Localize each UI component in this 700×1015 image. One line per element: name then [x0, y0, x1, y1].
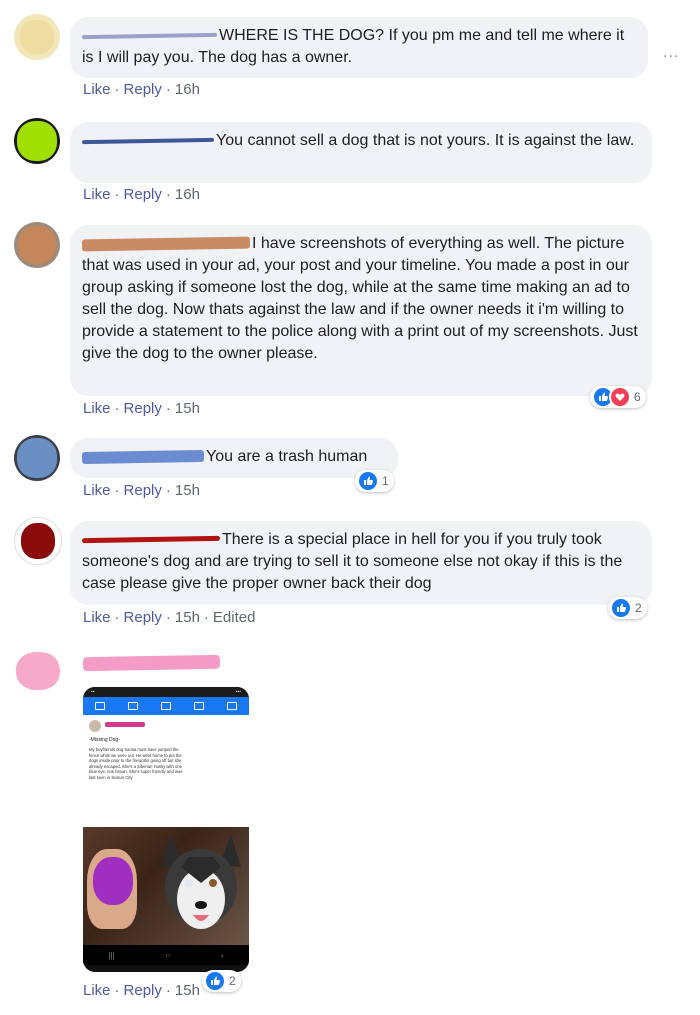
- like-link[interactable]: Like: [83, 482, 111, 499]
- reactions-badge[interactable]: 6: [590, 386, 646, 408]
- phone-nav-bar: ||| ○ ‹: [83, 945, 249, 965]
- comment-actions: Like · Reply · 16h: [83, 81, 200, 98]
- phone-status-bar: ▪▪ ▪▪▪: [83, 687, 249, 697]
- reply-link[interactable]: Reply: [124, 81, 162, 98]
- timestamp[interactable]: 16h: [175, 186, 200, 203]
- comment-bubble: WHERE IS THE DOG? If you pm me and tell …: [70, 17, 648, 78]
- separator: ·: [165, 609, 171, 626]
- timestamp[interactable]: 15h: [175, 400, 200, 417]
- comment-actions: Like · Reply · 15h: [83, 482, 200, 499]
- face-scribble: [93, 857, 133, 905]
- reaction-count: 2: [229, 974, 236, 988]
- separator: ·: [165, 482, 171, 499]
- avatar[interactable]: [14, 648, 60, 694]
- reactions-badge[interactable]: 1: [355, 470, 394, 492]
- reactions-badge[interactable]: 2: [608, 597, 647, 619]
- comment-bubble: You are a trash human: [70, 438, 398, 478]
- separator: ·: [203, 609, 209, 626]
- separator: ·: [114, 81, 120, 98]
- phone-redacted-name: [105, 722, 145, 727]
- like-link[interactable]: Like: [83, 609, 111, 626]
- like-link[interactable]: Like: [83, 186, 111, 203]
- avatar[interactable]: [14, 435, 60, 481]
- timestamp[interactable]: 15h: [175, 482, 200, 499]
- reply-link[interactable]: Reply: [124, 482, 162, 499]
- phone-app-bar: [83, 697, 249, 715]
- reactions-badge[interactable]: 2: [202, 970, 241, 992]
- separator: ·: [165, 400, 171, 417]
- edited-label[interactable]: Edited: [213, 609, 256, 626]
- reply-link[interactable]: Reply: [124, 400, 162, 417]
- separator: ·: [114, 186, 120, 203]
- redacted-name: [82, 654, 221, 672]
- separator: ·: [114, 482, 120, 499]
- timestamp[interactable]: 15h: [175, 982, 200, 999]
- comment-text: You cannot sell a dog that is not yours.…: [216, 132, 635, 149]
- separator: ·: [114, 609, 120, 626]
- like-link[interactable]: Like: [83, 81, 111, 98]
- comment-actions: Like · Reply · 16h: [83, 186, 200, 203]
- phone-post-avatar: [89, 720, 101, 732]
- like-reaction-icon: [204, 970, 226, 992]
- separator: ·: [114, 982, 120, 999]
- reaction-count: 1: [382, 474, 389, 488]
- avatar[interactable]: [14, 14, 60, 60]
- reply-link[interactable]: Reply: [124, 982, 162, 999]
- comment-text: You are a trash human: [206, 448, 368, 465]
- dog-photo: [83, 827, 249, 945]
- reply-link[interactable]: Reply: [124, 186, 162, 203]
- phone-post: -Missing Dog- My boyfriends dog Sansa mu…: [83, 715, 249, 827]
- avatar[interactable]: [14, 118, 60, 164]
- like-reaction-icon: [610, 597, 632, 619]
- comment-text: I have screenshots of everything as well…: [82, 235, 638, 362]
- more-options-icon[interactable]: ...: [663, 44, 679, 62]
- love-reaction-icon: [609, 386, 631, 408]
- comment-actions: Like · Reply · 15h · Edited: [83, 609, 255, 626]
- separator: ·: [165, 982, 171, 999]
- redacted-name: [81, 32, 218, 39]
- comment-actions: Like · Reply · 15h: [83, 982, 200, 999]
- like-link[interactable]: Like: [83, 400, 111, 417]
- separator: ·: [165, 81, 171, 98]
- timestamp[interactable]: 16h: [175, 81, 200, 98]
- avatar[interactable]: [14, 517, 62, 565]
- phone-post-title: -Missing Dog-: [89, 737, 120, 743]
- avatar[interactable]: [14, 222, 60, 268]
- comment-bubble: You cannot sell a dog that is not yours.…: [70, 122, 652, 183]
- reply-link[interactable]: Reply: [124, 609, 162, 626]
- like-reaction-icon: [357, 470, 379, 492]
- phone-post-text: My boyfriends dog Sansa must have jumped…: [89, 747, 183, 780]
- redacted-name: [81, 536, 221, 544]
- husky-dog: [161, 835, 241, 929]
- redacted-name: [81, 449, 205, 464]
- comment-bubble: I have screenshots of everything as well…: [70, 225, 652, 396]
- separator: ·: [165, 186, 171, 203]
- reaction-count: 2: [635, 601, 642, 615]
- attached-screenshot-image[interactable]: ▪▪ ▪▪▪ -Missing Dog- My boyfriends dog Sa…: [83, 687, 249, 972]
- timestamp[interactable]: 15h: [175, 609, 200, 626]
- like-link[interactable]: Like: [83, 982, 111, 999]
- redacted-name: [81, 236, 251, 252]
- separator: ·: [114, 400, 120, 417]
- comment-bubble: There is a special place in hell for you…: [70, 521, 652, 605]
- reaction-count: 6: [634, 390, 641, 404]
- redacted-name: [81, 137, 215, 144]
- comment-actions: Like · Reply · 15h: [83, 400, 200, 417]
